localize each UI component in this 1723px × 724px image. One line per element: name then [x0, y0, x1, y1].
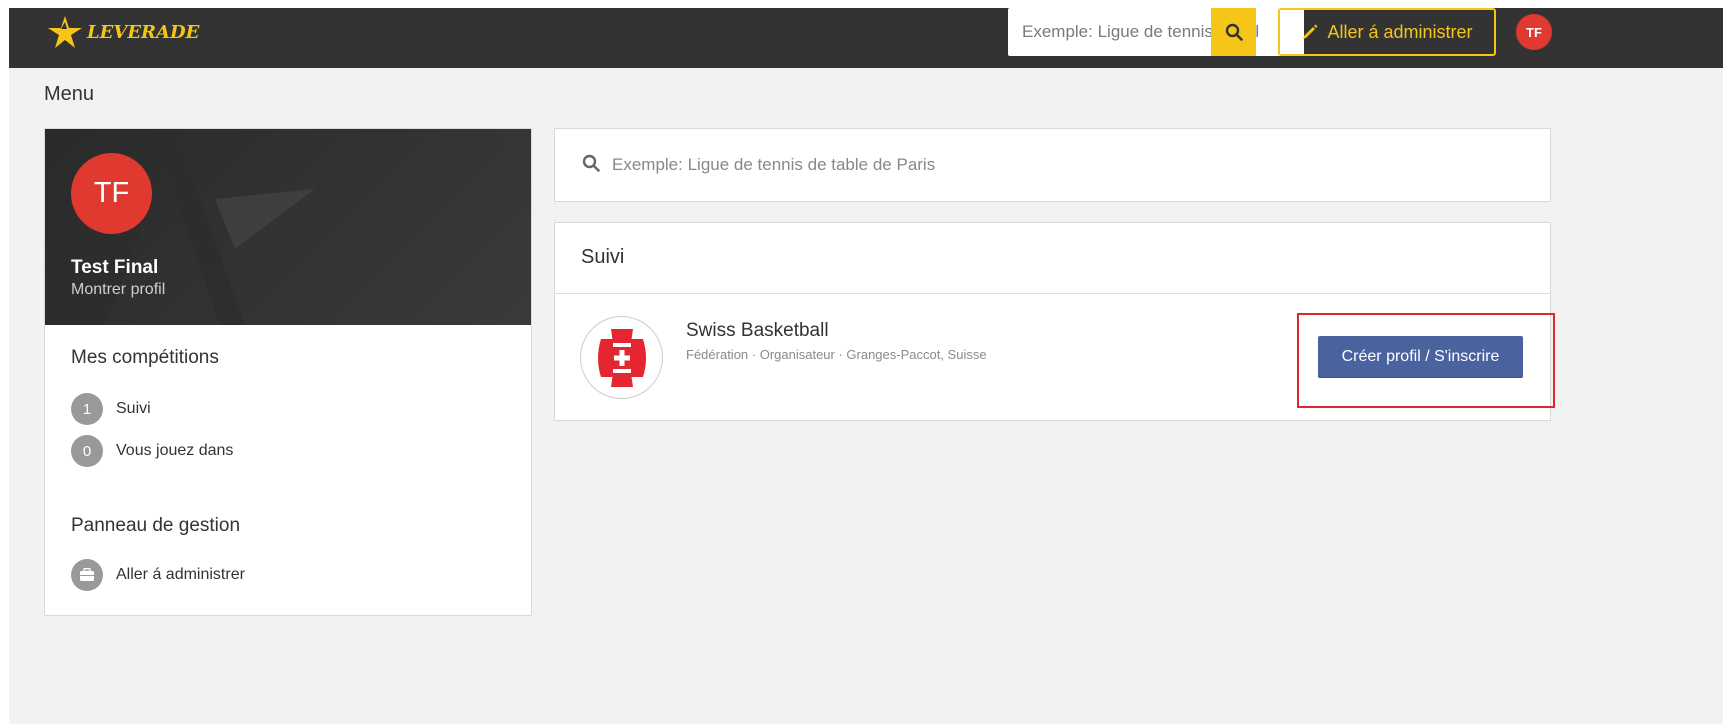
sidebar-item-label: Vous jouez dans: [116, 442, 234, 459]
header-search-box: [1008, 8, 1304, 56]
main-search-box: [554, 128, 1551, 202]
sidebar-item-label: Suivi: [116, 400, 151, 417]
sidebar: TF Test Final Montrer profil Mes compéti…: [44, 128, 532, 616]
sidebar-item-go-to-admin[interactable]: Aller á administrer: [71, 559, 245, 591]
go-to-admin-label: Aller á administrer: [1327, 21, 1473, 42]
top-navbar: LEVERADE Aller á administrer TF: [9, 8, 1723, 68]
organization-name[interactable]: Swiss Basketball: [686, 320, 829, 342]
sidebar-item-followed[interactable]: 1 Suivi: [71, 393, 151, 425]
search-icon: [1225, 23, 1243, 41]
logo-text: LEVERADE: [87, 21, 200, 43]
count-badge: 0: [71, 435, 103, 467]
app-frame: LEVERADE Aller á administrer TF Menu: [9, 8, 1723, 724]
sidebar-item-label: Aller á administrer: [116, 566, 245, 583]
star-logo-icon: [48, 16, 82, 48]
profile-header: TF Test Final Montrer profil: [45, 129, 531, 325]
followed-card: Suivi Swiss Basketball Fédération · Orga…: [554, 222, 1551, 421]
swiss-basketball-logo[interactable]: [580, 316, 663, 399]
profile-name: Test Final: [71, 257, 159, 278]
search-icon: [582, 154, 600, 177]
organization-meta: Fédération · Organisateur · Granges-Pacc…: [686, 347, 987, 362]
show-profile-link[interactable]: Montrer profil: [71, 281, 165, 299]
count-badge: 1: [71, 393, 103, 425]
go-to-admin-button[interactable]: Aller á administrer: [1278, 8, 1496, 56]
create-profile-register-button[interactable]: Créer profil / S'inscrire: [1318, 336, 1523, 378]
pencil-icon: [1303, 24, 1318, 39]
management-panel-title: Panneau de gestion: [71, 515, 241, 536]
basketball-icon: [588, 324, 655, 391]
briefcase-icon: [71, 559, 103, 591]
my-competitions-title: Mes compétitions: [71, 347, 219, 368]
profile-avatar[interactable]: TF: [71, 153, 152, 234]
main-search-input[interactable]: [612, 129, 1532, 201]
divider: [555, 293, 1550, 294]
header-search-button[interactable]: [1211, 8, 1256, 56]
user-avatar[interactable]: TF: [1516, 14, 1552, 50]
leverade-logo[interactable]: LEVERADE: [47, 14, 199, 50]
menu-label: Menu: [44, 83, 95, 105]
followed-title: Suivi: [581, 246, 625, 268]
sidebar-item-playing-in[interactable]: 0 Vous jouez dans: [71, 435, 233, 467]
